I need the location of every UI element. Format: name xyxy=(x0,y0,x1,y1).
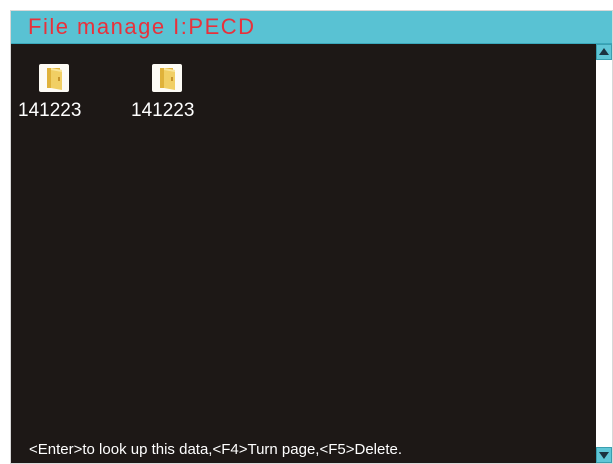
arrow-down-icon xyxy=(599,452,609,459)
file-item[interactable]: 141223 xyxy=(124,44,224,144)
keyboard-hint: <Enter>to look up this data,<F4>Turn pag… xyxy=(29,441,403,458)
folder-icon xyxy=(152,64,182,92)
vertical-scrollbar[interactable] xyxy=(596,44,612,463)
file-name: 141223 xyxy=(18,100,82,121)
arrow-up-icon xyxy=(599,48,609,55)
file-list: 141223 141223 <Enter>to look up this dat… xyxy=(11,44,596,463)
file-manager-window: File manage I:PECD 141223 141223 <Enter>… xyxy=(10,10,613,464)
scroll-up-button[interactable] xyxy=(596,44,612,60)
folder-icon xyxy=(39,64,69,92)
title-bar: File manage I:PECD xyxy=(11,11,612,44)
file-item[interactable]: 141223 xyxy=(11,44,111,144)
scroll-down-button[interactable] xyxy=(596,447,612,463)
file-name: 141223 xyxy=(131,100,195,121)
window-title: File manage I:PECD xyxy=(28,14,256,39)
